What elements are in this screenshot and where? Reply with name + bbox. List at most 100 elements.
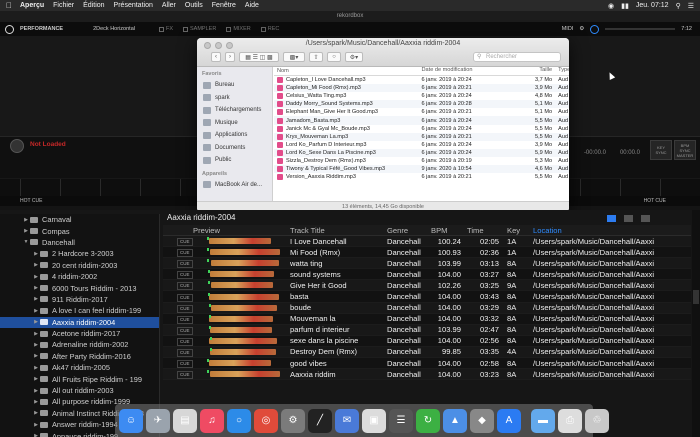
menu-aide[interactable]: Aide	[245, 2, 259, 9]
column-size[interactable]: Taille	[523, 67, 555, 75]
column-location[interactable]: Location	[533, 226, 691, 235]
file-row[interactable]: Lord Ko_Sexe Dans La Piscine.mp3 6 janv. …	[274, 148, 569, 157]
finder-search-input[interactable]: ⚲ Rechercher	[473, 52, 561, 62]
collapsed-arrow-icon[interactable]: ▶	[32, 319, 40, 325]
cue-button[interactable]: CUE	[177, 282, 193, 291]
tree-item[interactable]: ▶ 20 cent riddim-2003	[0, 260, 159, 271]
column-time[interactable]: Time	[465, 226, 503, 235]
collapsed-arrow-icon[interactable]: ▶	[32, 353, 40, 359]
notification-center-icon[interactable]: ☰	[688, 2, 694, 10]
tree-item[interactable]: ▶ Adrenaline riddim-2002	[0, 339, 159, 350]
track-row[interactable]: CUE sexe dans la piscine Dancehall 104.00 02…	[163, 335, 691, 347]
sidebar-item-musique[interactable]: Musique	[197, 117, 272, 130]
cue-button[interactable]: CUE	[177, 337, 193, 346]
waveform-preview[interactable]	[205, 370, 280, 378]
back-button[interactable]: ‹	[211, 52, 221, 62]
cue-button[interactable]: CUE	[177, 238, 193, 247]
menu-aller[interactable]: Aller	[162, 2, 176, 9]
tree-item[interactable]: ▶ Ak47 riddim-2005	[0, 362, 159, 373]
siri-icon[interactable]: ○	[227, 408, 251, 433]
sidebar-item-bureau[interactable]: Bureau	[197, 79, 272, 92]
menu-edition[interactable]: Édition	[83, 2, 104, 9]
preview-cell[interactable]	[193, 292, 290, 301]
preview-cell[interactable]	[193, 325, 290, 334]
sidebar-item-spark[interactable]: spark	[197, 92, 272, 105]
collapsed-arrow-icon[interactable]: ▶	[32, 251, 40, 257]
collapsed-arrow-icon[interactable]: ▶	[32, 422, 40, 428]
cue-button[interactable]: CUE	[177, 360, 193, 369]
tree-item[interactable]: ▶ Compas	[0, 225, 159, 236]
tree-item[interactable]: ▶ All out riddim-2003	[0, 385, 159, 396]
collapsed-arrow-icon[interactable]: ▶	[32, 410, 40, 416]
cue-button[interactable]: CUE	[177, 293, 193, 302]
waveform-preview[interactable]	[205, 259, 280, 267]
layout-selector[interactable]: 2Deck Horizontal	[93, 26, 135, 32]
file-row[interactable]: Elephant Man_Give Her It Good.mp3 6 janv.…	[274, 108, 569, 116]
track-row[interactable]: CUE I Love Dancehall Dancehall 100.24 02:05 1…	[163, 236, 691, 248]
mode-selector[interactable]: PERFORMANCE	[20, 26, 63, 32]
hot-cue-left-label[interactable]: HOT CUE	[20, 198, 42, 204]
folder-icon[interactable]: ▬	[531, 408, 555, 433]
wifi-icon[interactable]: ◉	[608, 2, 614, 10]
right-scrollbar[interactable]	[692, 210, 700, 437]
view-mode-switcher[interactable]: ▦ ☰ ◫ ▩	[239, 52, 279, 62]
tree-item[interactable]: ▶ Acetone riddim-2017	[0, 328, 159, 339]
collapsed-arrow-icon[interactable]: ▶	[32, 296, 40, 302]
collapsed-arrow-icon[interactable]: ▶	[22, 228, 30, 234]
battery-icon[interactable]: ▮▮	[621, 2, 629, 10]
preview-cell[interactable]	[193, 248, 290, 256]
messages-icon[interactable]: ✉	[335, 408, 359, 433]
waveform-preview[interactable]	[205, 292, 280, 301]
preview-cell[interactable]	[193, 270, 290, 278]
tree-item[interactable]: ▶ 911 Riddim-2017	[0, 294, 159, 305]
waveform-preview[interactable]	[205, 336, 280, 345]
appstore-icon[interactable]: A	[497, 408, 521, 433]
tags-button[interactable]: ○	[327, 52, 341, 62]
column-date[interactable]: Date de modification	[418, 67, 523, 75]
preview-icon[interactable]: ▤	[173, 408, 197, 433]
toggle-fx[interactable]: FX	[158, 26, 173, 32]
collapsed-arrow-icon[interactable]: ▶	[32, 365, 40, 371]
menubar-clock[interactable]: Jeu. 07:12	[636, 2, 669, 9]
cue-button[interactable]: CUE	[177, 371, 193, 380]
scroll-thumb[interactable]	[693, 290, 699, 304]
column-genre[interactable]: Genre	[387, 226, 429, 235]
track-row[interactable]: CUE Aaxxia riddim Dancehall 104.00 03:23 8A/U…	[163, 369, 691, 381]
bpm-sync-button[interactable]: BPM SYNC MASTER	[674, 140, 696, 160]
waveform-preview[interactable]	[205, 248, 280, 256]
cue-button[interactable]: CUE	[177, 348, 193, 357]
preview-cell[interactable]	[193, 347, 290, 356]
track-row[interactable]: CUE Give Her it Good Dancehall 102.26 03:25 9…	[163, 280, 691, 292]
file-row[interactable]: Celsius_Watta Ting.mp3 6 janv. 2019 à 20:…	[274, 92, 569, 100]
file-row[interactable]: Sizzla_Destroy Dem (Rmx).mp3 6 janv. 2019…	[274, 157, 569, 165]
toggle-mixer[interactable]: MIXER	[226, 26, 251, 32]
collapsed-arrow-icon[interactable]: ▶	[32, 285, 40, 291]
collapsed-arrow-icon[interactable]: ▶	[32, 433, 40, 437]
piano-icon[interactable]: ☰	[389, 408, 413, 433]
file-row[interactable]: Krys_Mouveman La.mp3 6 janv. 2019 à 20:21…	[274, 132, 569, 141]
file-row[interactable]: Version_Aaxxia Riddim.mp3 6 janv. 2019 à …	[274, 173, 569, 181]
printer-icon[interactable]: ⎙	[558, 408, 582, 433]
waveform-preview[interactable]	[205, 347, 280, 356]
cue-button[interactable]: CUE	[177, 326, 193, 335]
activity-icon[interactable]: ╱	[308, 408, 332, 433]
tree-item[interactable]: ▶ 4 riddim-2002	[0, 271, 159, 282]
track-row[interactable]: CUE sound systems Dancehall 104.00 03:27 8A/U…	[163, 269, 691, 281]
sync-icon[interactable]: ↻	[416, 408, 440, 433]
finder-icon[interactable]: ☺	[119, 408, 143, 433]
column-track-title[interactable]: Track Title	[290, 226, 387, 235]
track-row[interactable]: CUE parfum d interieur Dancehall 103.99 02:4…	[163, 324, 691, 336]
collapsed-arrow-icon[interactable]: ▶	[32, 376, 40, 382]
menu-fenetre[interactable]: Fenêtre	[212, 2, 236, 9]
collapsed-arrow-icon[interactable]: ▶	[32, 342, 40, 348]
waveform-preview[interactable]	[205, 359, 280, 367]
column-bpm[interactable]: BPM	[429, 226, 465, 235]
preview-cell[interactable]	[193, 259, 290, 267]
menu-outils[interactable]: Outils	[185, 2, 203, 9]
file-row[interactable]: Lord Ko_Parfum D Interieur.mp3 6 janv. 20…	[274, 141, 569, 149]
view-detail-icon[interactable]	[624, 215, 633, 222]
share-button[interactable]: ⇧	[309, 52, 323, 62]
preview-cell[interactable]	[193, 281, 290, 289]
cue-button[interactable]: CUE	[177, 249, 193, 258]
volume-slider[interactable]	[605, 28, 676, 30]
